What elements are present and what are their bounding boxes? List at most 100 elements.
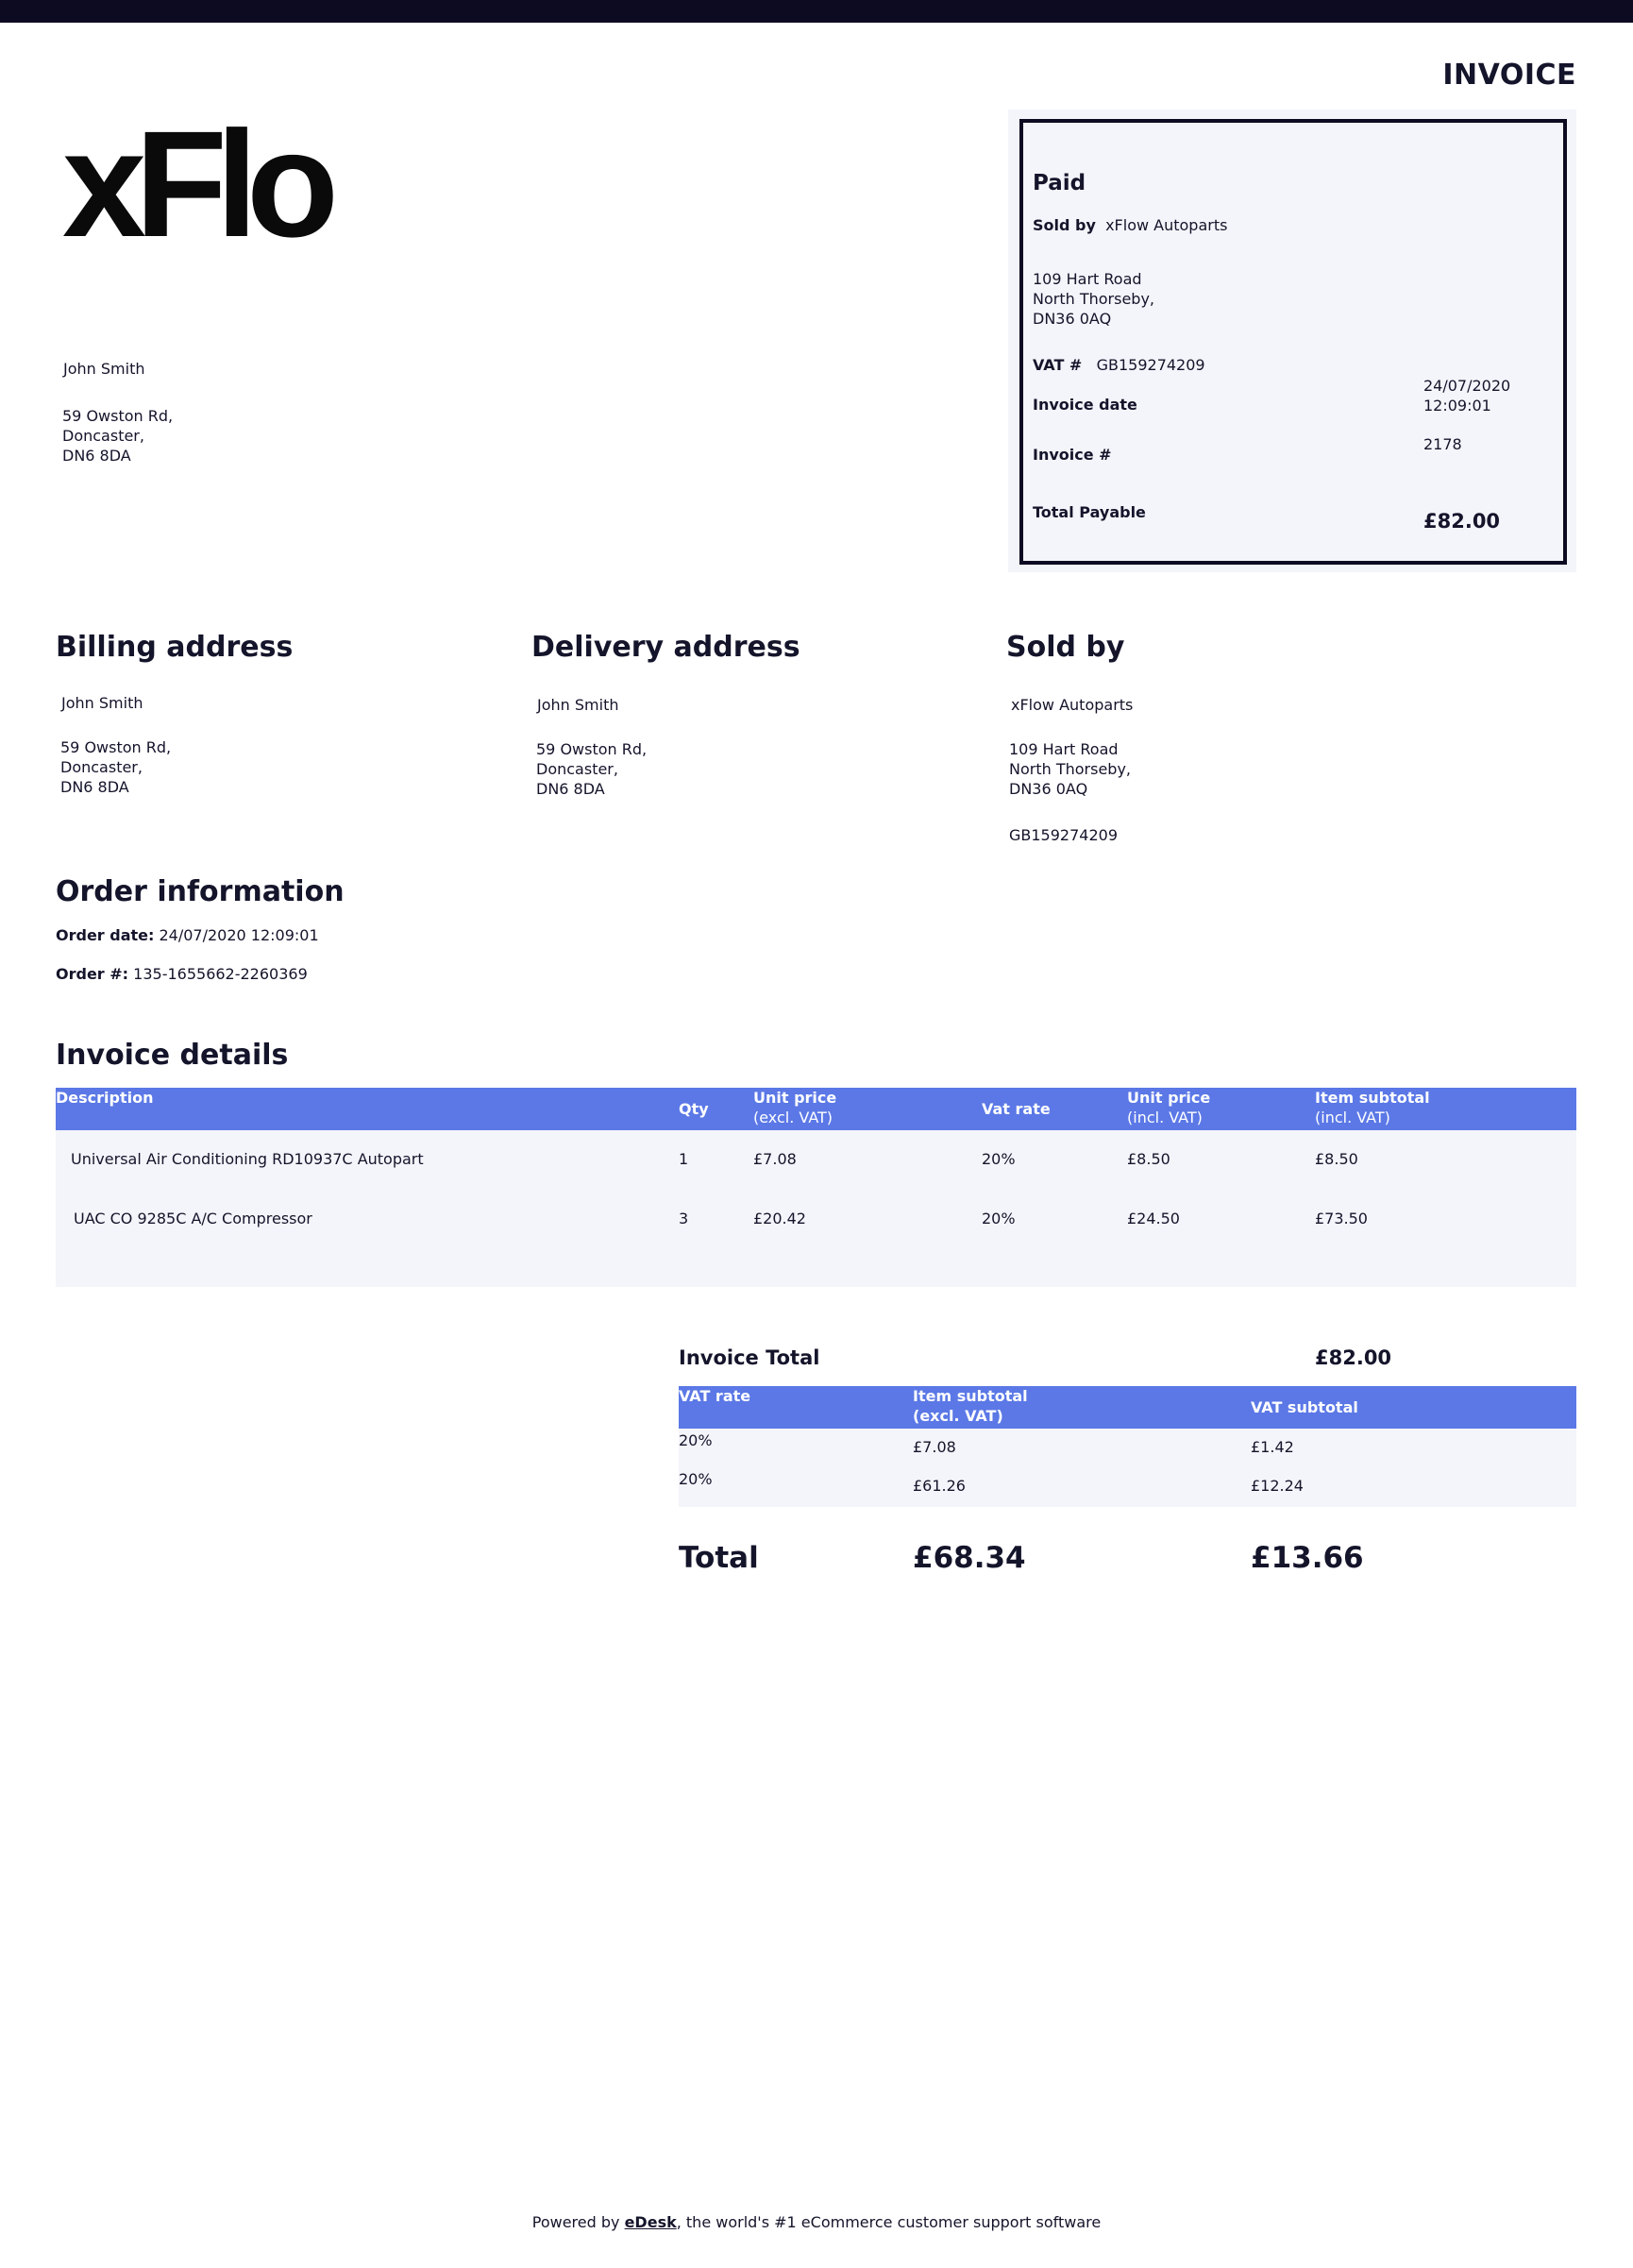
column-header-vat-rate: Vat rate: [982, 1088, 1127, 1130]
billing-address-line: 59 Owston Rd,: [60, 738, 172, 756]
item-vat-rate: 20%: [982, 1187, 1127, 1249]
invoice-items-table: Description Qty Unit price (excl. VAT) Va…: [56, 1088, 1576, 1287]
seller-name: xFlow Autoparts: [1011, 696, 1134, 714]
column-header-unit-price-incl: Unit price (incl. VAT): [1127, 1088, 1315, 1130]
invoice-date-label: Invoice date: [1033, 396, 1137, 414]
summary-sold-by: Sold by xFlow Autoparts: [1033, 215, 1227, 235]
vat-subtotal-excl: £7.08: [913, 1429, 1251, 1467]
seller-heading: Sold by: [1006, 631, 1125, 664]
vat-subtotal: £1.42: [1251, 1429, 1576, 1467]
invoice-date-value: 24/07/2020 12:09:01: [1423, 376, 1510, 415]
grand-total-vat: £13.66: [1251, 1541, 1364, 1575]
summary-seller-address: 109 Hart Road North Thorseby, DN36 0AQ: [1033, 269, 1154, 329]
order-number: Order #: 135-1655662-2260369: [56, 964, 308, 984]
billing-name: John Smith: [61, 694, 143, 712]
item-unit-price-incl: £24.50: [1127, 1187, 1315, 1249]
column-header-unit-price-excl: Unit price (excl. VAT): [753, 1088, 982, 1130]
logo-text: xFlo: [62, 125, 333, 247]
item-vat-rate: 20%: [982, 1130, 1127, 1187]
grand-total-label: Total: [679, 1541, 759, 1575]
vat-value: GB159274209: [1096, 356, 1205, 374]
delivery-address-line: 59 Owston Rd,: [536, 740, 648, 758]
seller-vat: GB159274209: [1009, 826, 1118, 844]
invoice-total-value: £82.00: [1315, 1346, 1392, 1369]
item-subtotal: £73.50: [1315, 1187, 1576, 1249]
payment-status: Paid: [1033, 171, 1086, 195]
column-header-item-subtotal: Item subtotal (incl. VAT): [1315, 1088, 1576, 1130]
table-row: 20% £61.26 £12.24: [679, 1467, 1576, 1507]
seller-address-line: 109 Hart Road: [1009, 740, 1119, 758]
summary-vat: VAT # GB159274209: [1033, 355, 1205, 375]
item-qty: 3: [679, 1187, 753, 1249]
seller-address-line: North Thorseby,: [1009, 760, 1132, 778]
vat-subtotal-excl: £61.26: [913, 1467, 1251, 1507]
item-description: Universal Air Conditioning RD10937C Auto…: [56, 1130, 679, 1187]
invoice-number-label: Invoice #: [1033, 446, 1112, 464]
invoice-date-line: 12:09:01: [1423, 397, 1491, 415]
table-row: 20% £7.08 £1.42: [679, 1429, 1576, 1467]
column-header-description: Description: [56, 1088, 679, 1130]
invoice-number-value: 2178: [1423, 435, 1462, 453]
vat-breakdown-table: VAT rate Item subtotal (excl. VAT) VAT su…: [679, 1386, 1576, 1507]
delivery-heading: Delivery address: [531, 631, 800, 664]
footer: Powered by eDesk, the world's #1 eCommer…: [0, 2213, 1633, 2231]
seller-address-line: 109 Hart Road: [1033, 270, 1142, 288]
invoice-total-label: Invoice Total: [679, 1346, 820, 1369]
vat-column-rate: VAT rate: [679, 1386, 913, 1429]
customer-address: 59 Owston Rd, Doncaster, DN6 8DA: [62, 406, 173, 465]
footer-suffix: , the world's #1 eCommerce customer supp…: [676, 2213, 1102, 2231]
total-payable-label: Total Payable: [1033, 503, 1146, 521]
customer-address-line: DN6 8DA: [62, 447, 131, 465]
footer-prefix: Powered by: [531, 2213, 625, 2231]
sold-by-value: xFlow Autoparts: [1105, 216, 1228, 234]
item-qty: 1: [679, 1130, 753, 1187]
top-bar: [0, 0, 1633, 23]
sold-by-label: Sold by: [1033, 216, 1096, 234]
item-unit-price-excl: £7.08: [753, 1130, 982, 1187]
vat-rate: 20%: [679, 1429, 913, 1467]
customer-address-line: 59 Owston Rd,: [62, 407, 174, 425]
total-payable-value: £82.00: [1423, 510, 1501, 533]
order-date-label: Order date:: [56, 926, 155, 944]
seller-address-line: DN36 0AQ: [1009, 780, 1088, 798]
vat-label: VAT #: [1033, 356, 1083, 374]
seller-address: 109 Hart Road North Thorseby, DN36 0AQ: [1009, 739, 1131, 799]
vat-subtotal: £12.24: [1251, 1467, 1576, 1507]
item-unit-price-incl: £8.50: [1127, 1130, 1315, 1187]
item-subtotal: £8.50: [1315, 1130, 1576, 1187]
invoice-date-line: 24/07/2020: [1423, 377, 1511, 395]
table-row: Universal Air Conditioning RD10937C Auto…: [56, 1130, 1576, 1187]
table-row: UAC CO 9285C A/C Compressor 3 £20.42 20%…: [56, 1187, 1576, 1249]
billing-address: 59 Owston Rd, Doncaster, DN6 8DA: [60, 737, 171, 797]
order-heading: Order information: [56, 875, 345, 908]
item-unit-price-excl: £20.42: [753, 1187, 982, 1249]
table-spacer-row: [56, 1249, 1576, 1287]
vat-column-subtotal-excl: Item subtotal (excl. VAT): [913, 1386, 1251, 1429]
vat-rate: 20%: [679, 1467, 913, 1507]
billing-heading: Billing address: [56, 631, 294, 664]
column-header-qty: Qty: [679, 1088, 753, 1130]
order-number-value: 135-1655662-2260369: [133, 965, 308, 983]
delivery-address-line: Doncaster,: [536, 760, 618, 778]
vat-column-vat-subtotal: VAT subtotal: [1251, 1386, 1576, 1429]
vat-header-row: VAT rate Item subtotal (excl. VAT) VAT su…: [679, 1386, 1576, 1429]
document-title: INVOICE: [1442, 59, 1576, 92]
billing-address-line: DN6 8DA: [60, 778, 129, 796]
table-header-row: Description Qty Unit price (excl. VAT) Va…: [56, 1088, 1576, 1130]
delivery-name: John Smith: [537, 696, 619, 714]
invoice-details-heading: Invoice details: [56, 1039, 289, 1072]
delivery-address-line: DN6 8DA: [536, 780, 605, 798]
customer-name: John Smith: [63, 360, 145, 378]
grand-total-excl: £68.34: [913, 1541, 1026, 1575]
delivery-address: 59 Owston Rd, Doncaster, DN6 8DA: [536, 739, 647, 799]
xflo-logo: xFlo: [62, 125, 345, 247]
customer-address-line: Doncaster,: [62, 427, 144, 445]
footer-brand-link[interactable]: eDesk: [625, 2213, 677, 2231]
order-date: Order date: 24/07/2020 12:09:01: [56, 925, 319, 945]
invoice-summary-box: Paid Sold by xFlow Autoparts 109 Hart Ro…: [1019, 119, 1567, 565]
seller-address-line: North Thorseby,: [1033, 290, 1155, 308]
billing-address-line: Doncaster,: [60, 758, 143, 776]
order-number-label: Order #:: [56, 965, 129, 983]
seller-address-line: DN36 0AQ: [1033, 310, 1112, 328]
order-date-value: 24/07/2020 12:09:01: [159, 926, 319, 944]
